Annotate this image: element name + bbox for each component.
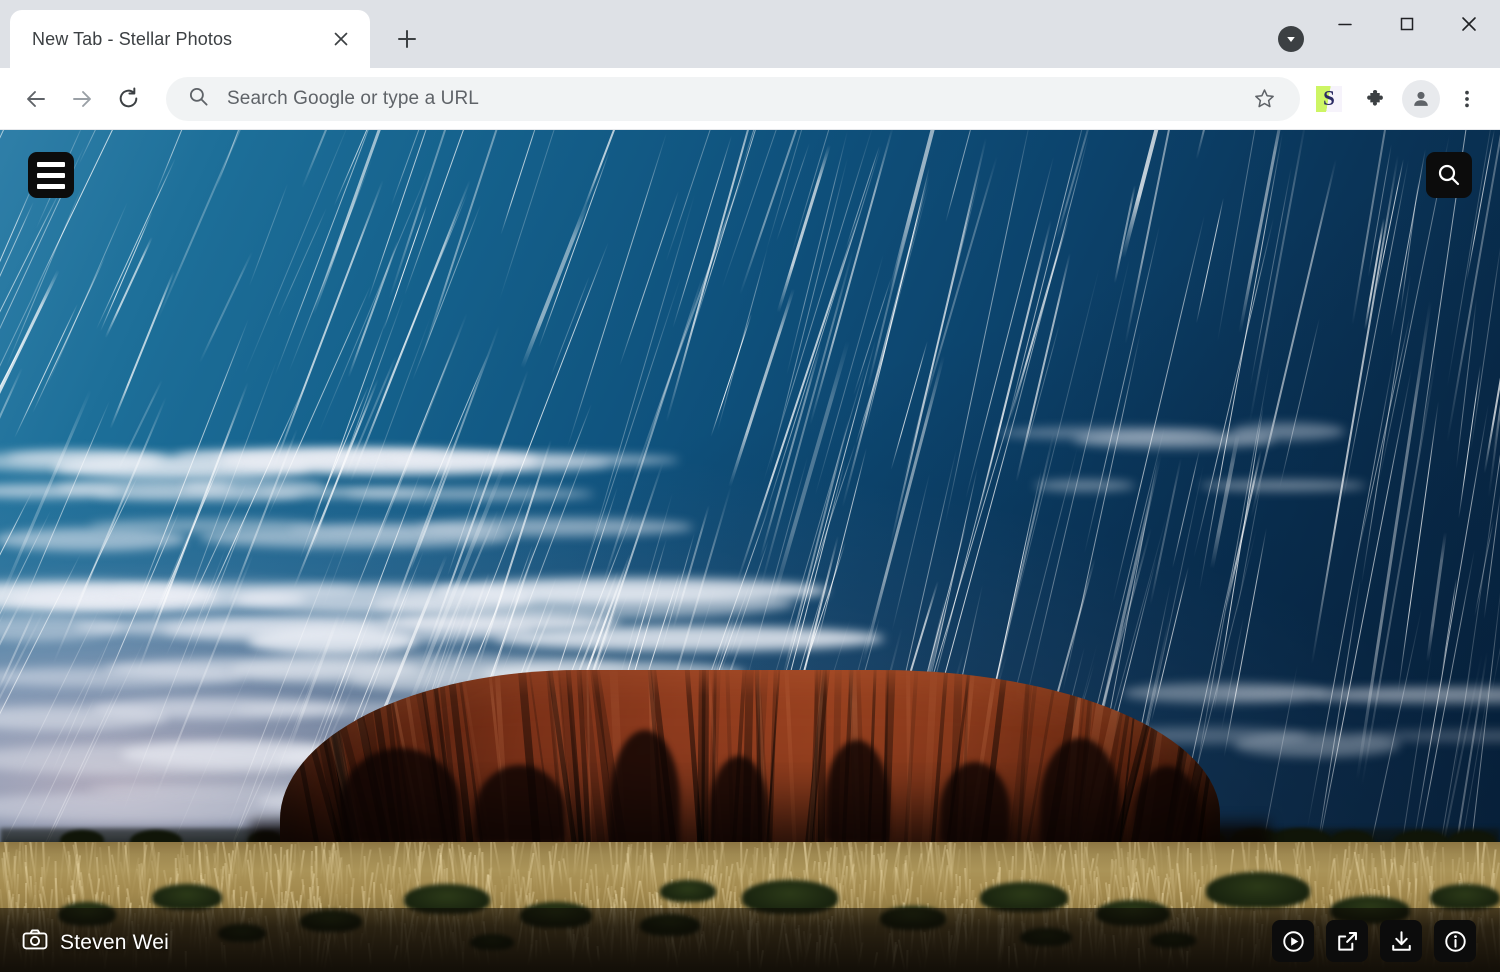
profile-button[interactable]: [1402, 79, 1440, 118]
info-button[interactable]: [1434, 920, 1476, 962]
plus-icon: [398, 30, 416, 48]
tab-search-button[interactable]: [1276, 24, 1306, 54]
new-tab-button[interactable]: [386, 18, 428, 60]
external-link-icon: [1337, 931, 1357, 951]
puzzle-piece-icon: [1366, 90, 1383, 106]
reload-button[interactable]: [106, 77, 150, 121]
close-window-button[interactable]: [1438, 0, 1500, 48]
photo-credit[interactable]: Steven Wei: [22, 927, 169, 958]
slideshow-button[interactable]: [1272, 920, 1314, 962]
tab-strip: New Tab - Stellar Photos: [0, 0, 1500, 68]
browser-toolbar: Search Google or type a URL S: [0, 68, 1500, 130]
reload-icon: [119, 87, 137, 108]
camera-icon: [22, 927, 48, 958]
menu-button[interactable]: [28, 152, 74, 198]
chevron-down-icon: [1278, 26, 1304, 52]
hamburger-icon-bar: [37, 183, 65, 189]
photographer-name: Steven Wei: [60, 930, 169, 954]
search-icon: [188, 86, 209, 112]
photo-actions: [1272, 920, 1476, 962]
minimize-icon: [1338, 23, 1352, 26]
avatar-icon: [1414, 91, 1428, 106]
maximize-icon: [1400, 17, 1414, 31]
tab-title: New Tab - Stellar Photos: [32, 28, 233, 49]
play-circle-icon: [1282, 930, 1304, 952]
arrow-right-icon: [73, 90, 91, 107]
forward-button[interactable]: [60, 77, 104, 121]
back-button[interactable]: [14, 77, 58, 121]
download-button[interactable]: [1380, 920, 1422, 962]
hamburger-icon-bar: [37, 161, 65, 167]
close-icon[interactable]: [326, 24, 356, 54]
photo-search-button[interactable]: [1426, 152, 1472, 198]
extension-s-icon[interactable]: S: [1316, 85, 1342, 112]
window-controls: [1314, 0, 1500, 68]
omnibox-placeholder: Search Google or type a URL: [227, 87, 479, 109]
uluru-rock: [280, 670, 1220, 860]
info-circle-icon: [1444, 930, 1466, 952]
hamburger-icon-bar: [37, 172, 65, 178]
omnibox[interactable]: Search Google or type a URL: [166, 76, 1300, 121]
three-dot-menu-icon: [1465, 90, 1469, 107]
maximize-button[interactable]: [1376, 0, 1438, 48]
minimize-button[interactable]: [1314, 0, 1376, 48]
tab-new-tab-stellar-photos[interactable]: New Tab - Stellar Photos: [10, 10, 370, 68]
photo-page: Steven Wei: [0, 130, 1500, 972]
extensions-button[interactable]: [1354, 78, 1396, 120]
open-external-button[interactable]: [1326, 920, 1368, 962]
close-icon: [1462, 17, 1476, 31]
search-icon: [1438, 164, 1460, 186]
browser-window: New Tab - Stellar Photos Search Google o…: [0, 0, 1500, 972]
bookmark-star-icon[interactable]: [1244, 79, 1284, 119]
download-icon: [1391, 930, 1411, 951]
arrow-left-icon: [27, 90, 45, 107]
browser-menu-button[interactable]: [1446, 78, 1488, 120]
